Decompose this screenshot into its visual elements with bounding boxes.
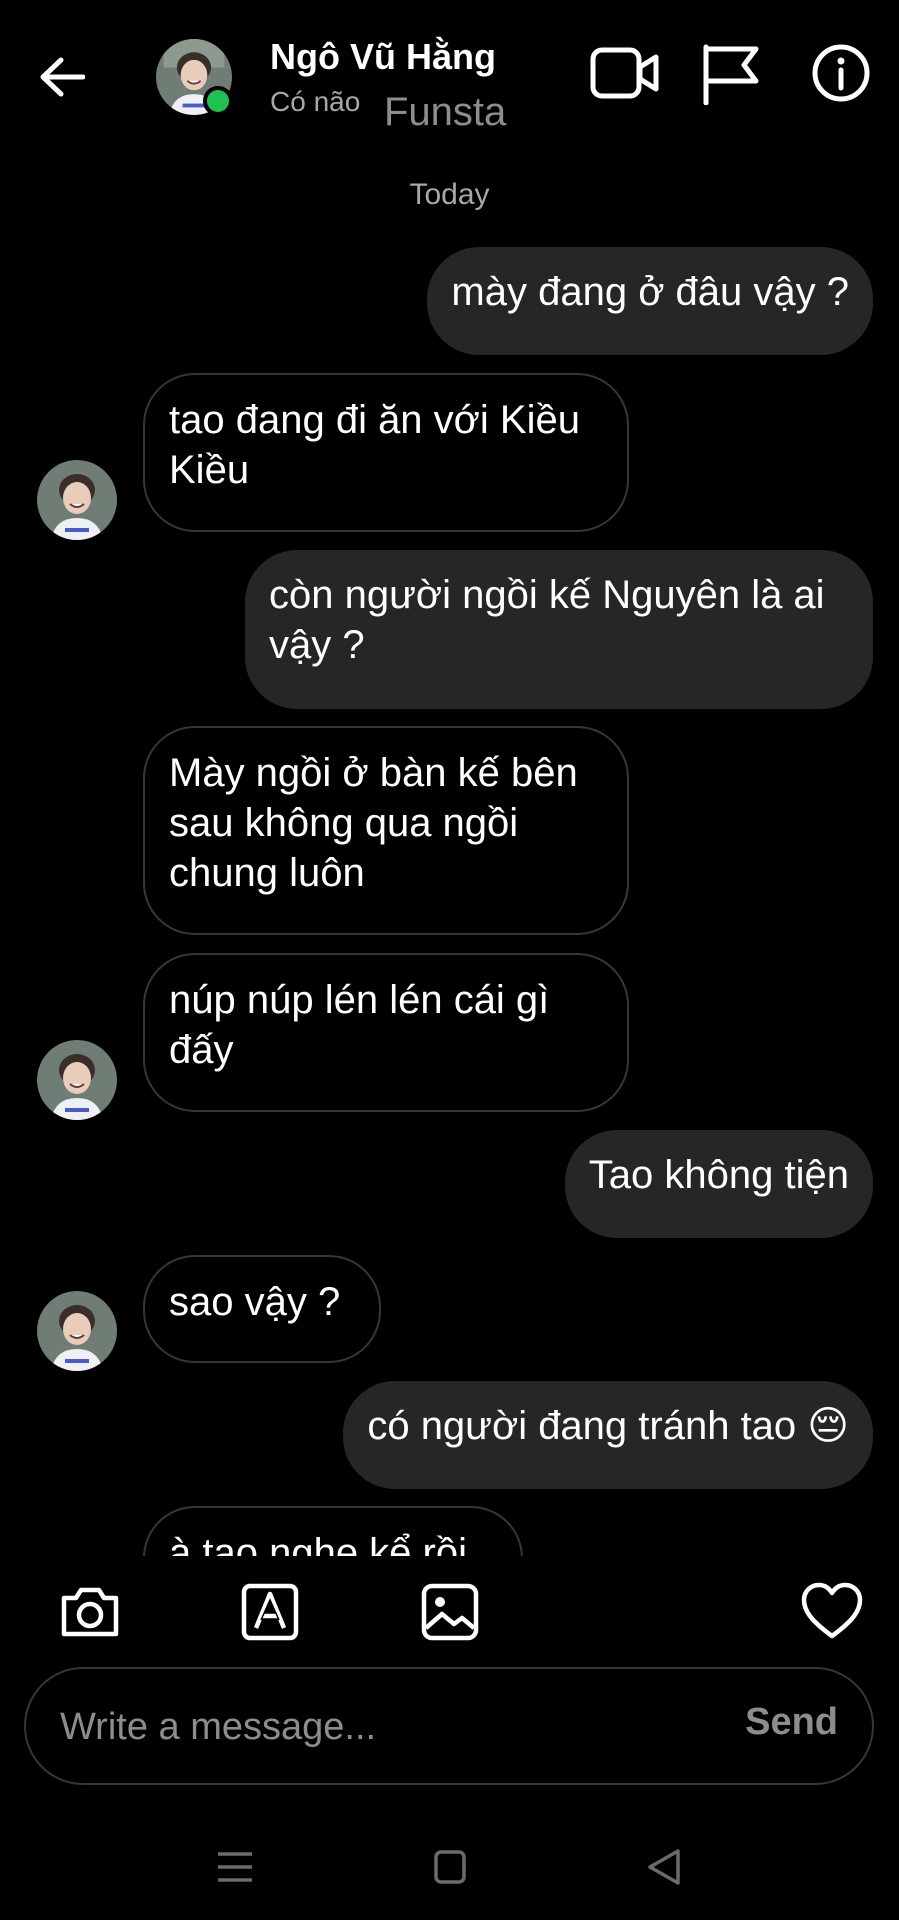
avatar-image — [37, 1040, 117, 1120]
home-icon — [434, 1850, 466, 1884]
sticker-button[interactable] — [238, 1580, 302, 1644]
incoming-message[interactable]: à tao nghe kể rồi — [143, 1506, 523, 1556]
outgoing-message[interactable]: có người đang tránh tao 😔 — [343, 1381, 873, 1489]
date-divider: Today — [409, 178, 490, 211]
flag-icon — [703, 44, 759, 106]
sender-avatar[interactable] — [37, 1040, 117, 1120]
message-text: mày đang ở đâu vậy ? — [451, 270, 849, 314]
incoming-message[interactable]: tao đang đi ăn với Kiều Kiều — [143, 373, 629, 532]
back-arrow-icon — [40, 57, 85, 97]
avatar-image — [37, 460, 117, 540]
outgoing-message[interactable]: mày đang ở đâu vậy ? — [427, 247, 873, 355]
contact-status: Có não — [270, 86, 361, 117]
camera-icon — [61, 1587, 119, 1637]
heart-icon — [801, 1582, 863, 1639]
message-input[interactable] — [58, 1669, 702, 1785]
message-text: có người đang tránh tao 😔 — [367, 1404, 849, 1448]
system-back-button[interactable] — [640, 1845, 690, 1889]
video-camera-icon — [590, 47, 659, 99]
message-text: Mày ngồi ở bàn kế bên sau không qua ngồi… — [169, 751, 578, 895]
contact-name[interactable]: Ngô Vũ Hằng — [270, 36, 496, 78]
message-list[interactable]: mày đang ở đâu vậy ? tao đang đi ăn với … — [0, 240, 899, 1556]
menu-icon — [218, 1852, 252, 1882]
incoming-message[interactable]: núp núp lén lén cái gì đấy — [143, 953, 629, 1112]
back-triangle-icon — [648, 1849, 680, 1885]
sender-avatar[interactable] — [37, 1291, 117, 1371]
send-button[interactable]: Send — [745, 1701, 838, 1744]
message-text: còn người ngồi kế Nguyên là ai vậy ? — [269, 573, 825, 667]
incoming-message[interactable]: sao vậy ? — [143, 1255, 381, 1363]
outgoing-message[interactable]: còn người ngồi kế Nguyên là ai vậy ? — [245, 550, 873, 709]
gallery-icon — [421, 1583, 479, 1641]
like-button[interactable] — [800, 1580, 864, 1644]
recent-apps-button[interactable] — [210, 1845, 260, 1889]
gallery-button[interactable] — [418, 1580, 482, 1644]
info-button[interactable] — [812, 44, 870, 102]
video-call-button[interactable] — [590, 45, 660, 101]
home-button[interactable] — [425, 1845, 475, 1889]
message-composer[interactable]: Send — [24, 1667, 874, 1785]
outgoing-message[interactable]: Tao không tiện — [564, 1130, 873, 1238]
online-status-dot — [203, 86, 233, 116]
incoming-message[interactable]: Mày ngồi ở bàn kế bên sau không qua ngồi… — [143, 726, 629, 935]
message-text: núp núp lén lén cái gì đấy — [169, 978, 550, 1072]
info-icon — [812, 44, 870, 102]
report-button[interactable] — [700, 43, 762, 106]
message-text: sao vậy ? — [169, 1280, 341, 1324]
avatar-image — [37, 1291, 117, 1371]
message-text: tao đang đi ăn với Kiều Kiều — [169, 398, 580, 492]
message-text: Tao không tiện — [588, 1153, 849, 1197]
sticker-icon — [241, 1583, 299, 1641]
message-text: à tao nghe kể rồi — [169, 1531, 467, 1556]
overlay-text: Funsta — [384, 90, 507, 134]
camera-button[interactable] — [58, 1580, 122, 1644]
back-button[interactable] — [32, 42, 92, 112]
sender-avatar[interactable] — [37, 460, 117, 540]
